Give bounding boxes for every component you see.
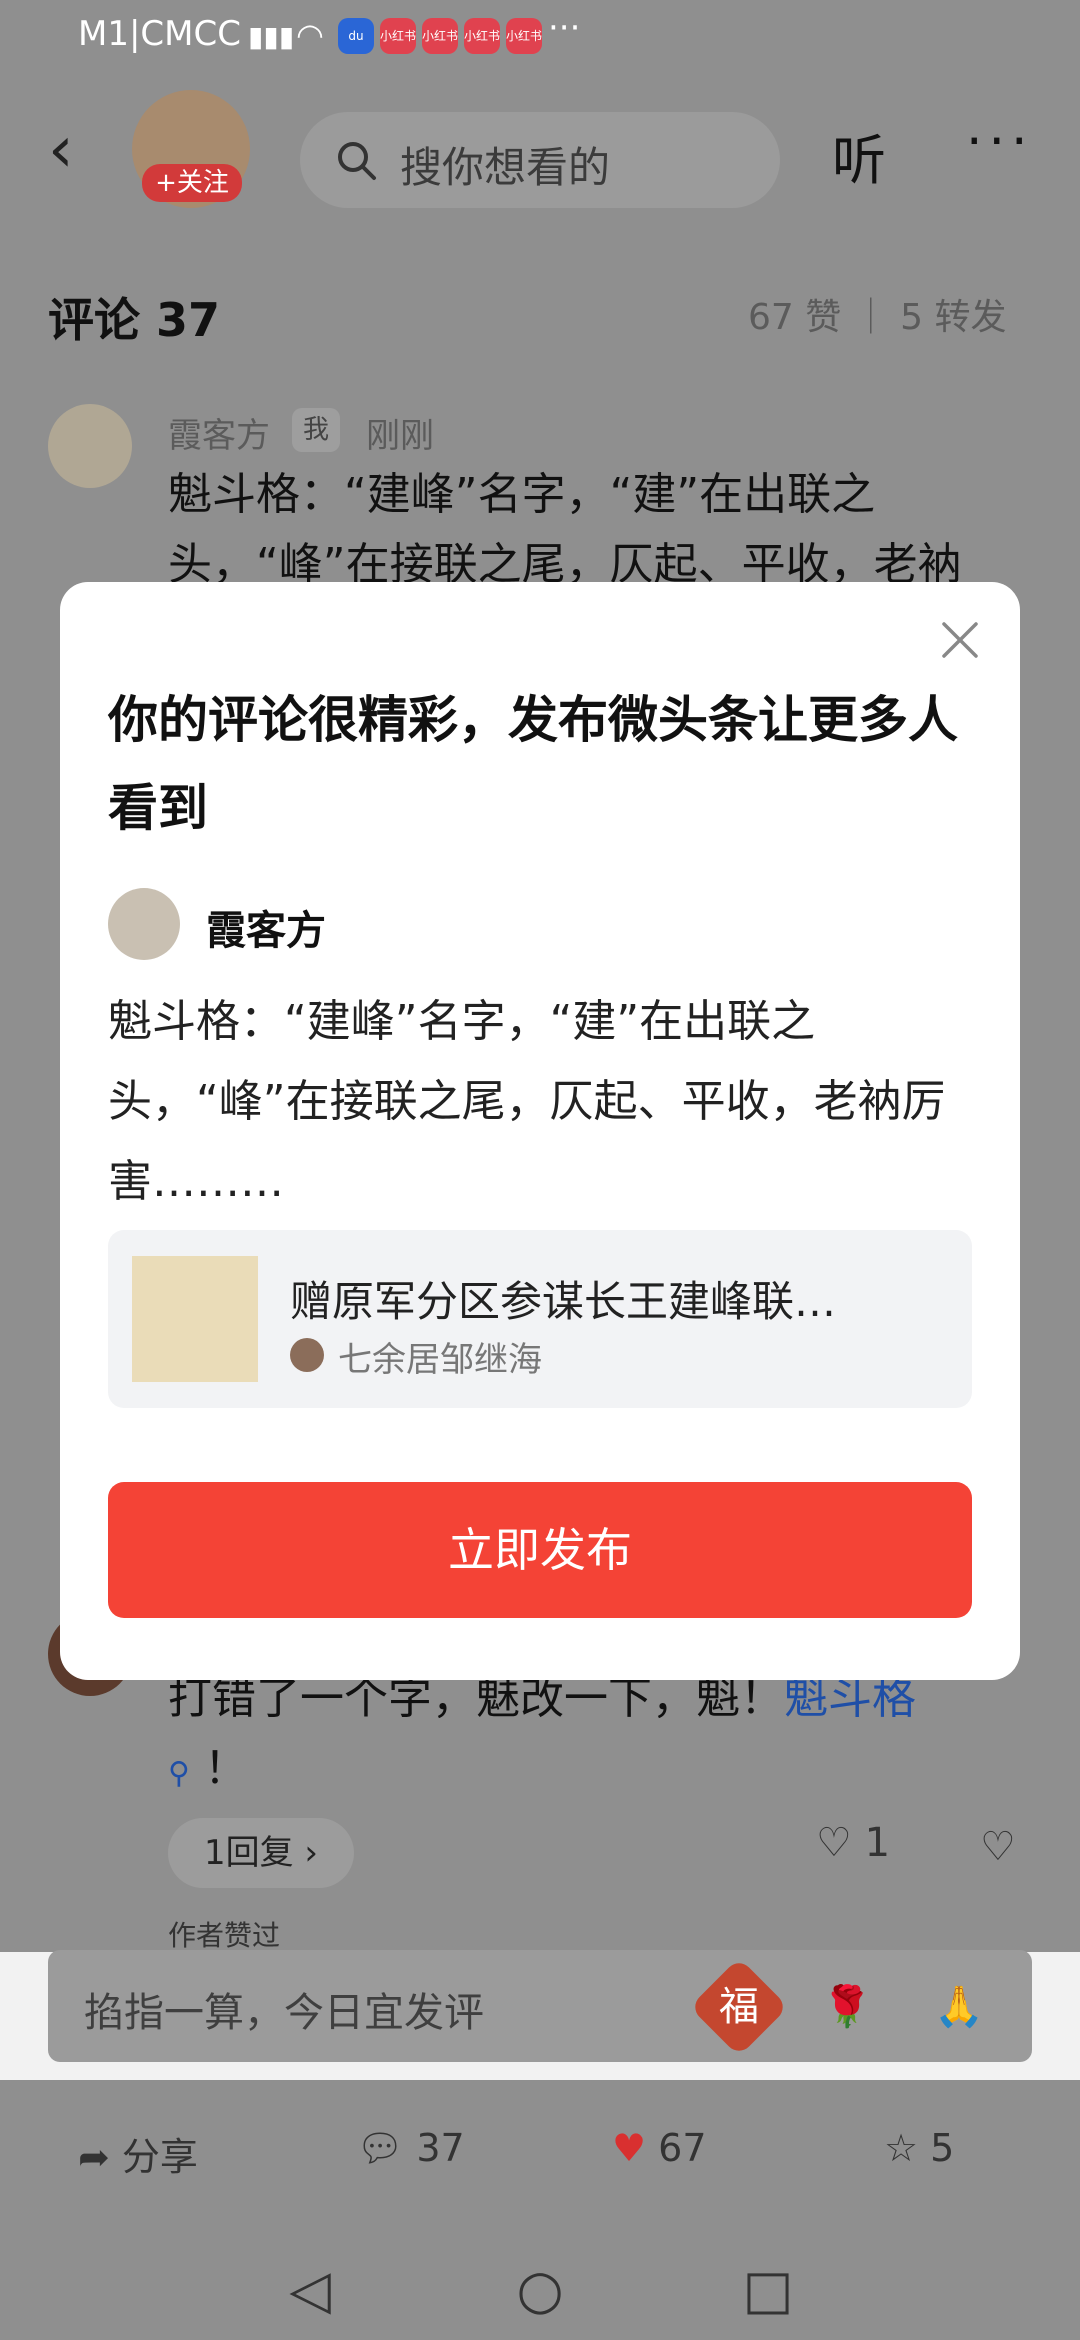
user-avatar — [108, 888, 180, 960]
post-stats: 67 赞 ｜ 5 转发 — [748, 297, 1007, 338]
follow-button[interactable]: +关注 — [142, 164, 242, 202]
article-card[interactable]: 赠原军分区参谋长王建峰联… 七余居邹继海 — [108, 1230, 972, 1408]
commenter-name[interactable]: 霞客方 — [168, 408, 270, 457]
user-name: 霞客方 — [206, 908, 326, 954]
article-author: 七余居邹继海 — [338, 1340, 542, 1380]
listen-button[interactable]: 听 — [832, 116, 886, 195]
more-notifications-icon: ··· — [548, 8, 581, 48]
replies-button[interactable]: 1回复 › — [168, 1818, 354, 1888]
fortune-emoji-icon[interactable]: 福 — [689, 1957, 789, 2057]
article-thumbnail — [132, 1256, 258, 1382]
signal-icon: ▮▮▮ — [248, 20, 295, 53]
praying-hands-emoji-icon[interactable]: 🙏 — [924, 1972, 994, 2042]
topic-link[interactable]: 魁斗格 — [784, 1673, 916, 1724]
author-liked-badge: 作者赞过 — [168, 1919, 281, 1952]
self-badge: 我 — [292, 408, 340, 452]
comment-input-placeholder: 掐指一算，今日宜发评 — [84, 1990, 484, 2036]
commenter-avatar[interactable] — [48, 404, 132, 488]
favorite-button[interactable]: ☆ 5 — [884, 2126, 954, 2170]
heart-icon: ♥ — [612, 2126, 647, 2170]
notification-app-icon: 小红书 — [380, 18, 416, 54]
search-icon — [338, 142, 376, 180]
comment-time: 刚刚 — [366, 416, 434, 456]
close-icon[interactable] — [936, 616, 984, 664]
back-arrow-icon[interactable]: ‹ — [48, 118, 88, 182]
baidu-app-icon: du — [338, 18, 374, 54]
comment-input[interactable]: 掐指一算，今日宜发评 福 🌹 🙏 — [48, 1950, 1032, 2062]
more-options-icon[interactable]: ··· — [966, 112, 1034, 172]
comment-text: 魁斗格：“建峰”名字，“建”在出联之头，“峰”在接联之尾，仄起、平收，老衲 — [168, 469, 962, 590]
comment-text: 打错了一个字，魅改一下，魁！魁斗格 ⚲ ！ — [168, 1664, 1038, 1809]
notification-app-icon: 小红书 — [422, 18, 458, 54]
system-nav-bar: ◁ ○ □ — [0, 2240, 1080, 2340]
comment-like-count: 1 — [864, 1820, 891, 1866]
search-placeholder: 搜你想看的 — [400, 143, 611, 192]
notification-app-icon: 小红书 — [506, 18, 542, 54]
favorites-count: 5 — [930, 2126, 955, 2170]
like-button[interactable]: ♥ 67 — [612, 2126, 707, 2170]
status-bar: M1|CMCC ▮▮▮ ◠ du 小红书 小红书 小红书 小红书 ··· — [0, 0, 1080, 72]
nav-recents-icon[interactable]: □ — [738, 2260, 798, 2320]
dislike-icon[interactable]: ♡ — [980, 1824, 1016, 1870]
search-icon[interactable]: ⚲ — [168, 1756, 190, 1791]
search-bar[interactable]: 搜你想看的 — [300, 112, 780, 208]
carrier-label: M1|CMCC — [78, 14, 241, 54]
article-author-avatar — [290, 1338, 324, 1372]
comments-title: 评论 37 — [48, 293, 221, 347]
rose-emoji-icon[interactable]: 🌹 — [812, 1972, 882, 2042]
nav-back-icon[interactable]: ◁ — [280, 2260, 340, 2320]
comments-count: 37 — [416, 2126, 465, 2170]
comment-preview: 魁斗格：“建峰”名字，“建”在出联之头，“峰”在接联之尾，仄起、平收，老衲厉害…… — [108, 996, 946, 1207]
publish-button[interactable]: 立即发布 — [108, 1482, 972, 1618]
comment-text-main: 打错了一个字，魅改一下，魁！ — [168, 1673, 784, 1724]
publish-dialog: 你的评论很精彩，发布微头条让更多人看到 霞客方 魁斗格：“建峰”名字，“建”在出… — [60, 582, 1020, 1680]
dialog-title: 你的评论很精彩，发布微头条让更多人看到 — [108, 691, 958, 837]
comment-text-tail: ！ — [203, 1743, 248, 1794]
share-label: 分享 — [121, 2135, 198, 2179]
share-button[interactable]: ➦ 分享 — [78, 2126, 198, 2181]
likes-count: 67 — [658, 2126, 707, 2170]
top-bar: ‹ +关注 搜你想看的 听 ··· — [0, 72, 1080, 232]
comment-like-button[interactable]: ♡ 1 — [816, 1820, 890, 1866]
comments-button[interactable]: 💬︎ 37 — [356, 2126, 465, 2171]
nav-home-icon[interactable]: ○ — [510, 2260, 570, 2320]
wifi-icon: ◠ — [296, 16, 324, 54]
notification-app-icon: 小红书 — [464, 18, 500, 54]
bottom-action-bar: ➦ 分享 💬︎ 37 ♥ 67 ☆ 5 — [0, 2080, 1080, 2240]
article-title: 赠原军分区参谋长王建峰联… — [290, 1277, 837, 1326]
